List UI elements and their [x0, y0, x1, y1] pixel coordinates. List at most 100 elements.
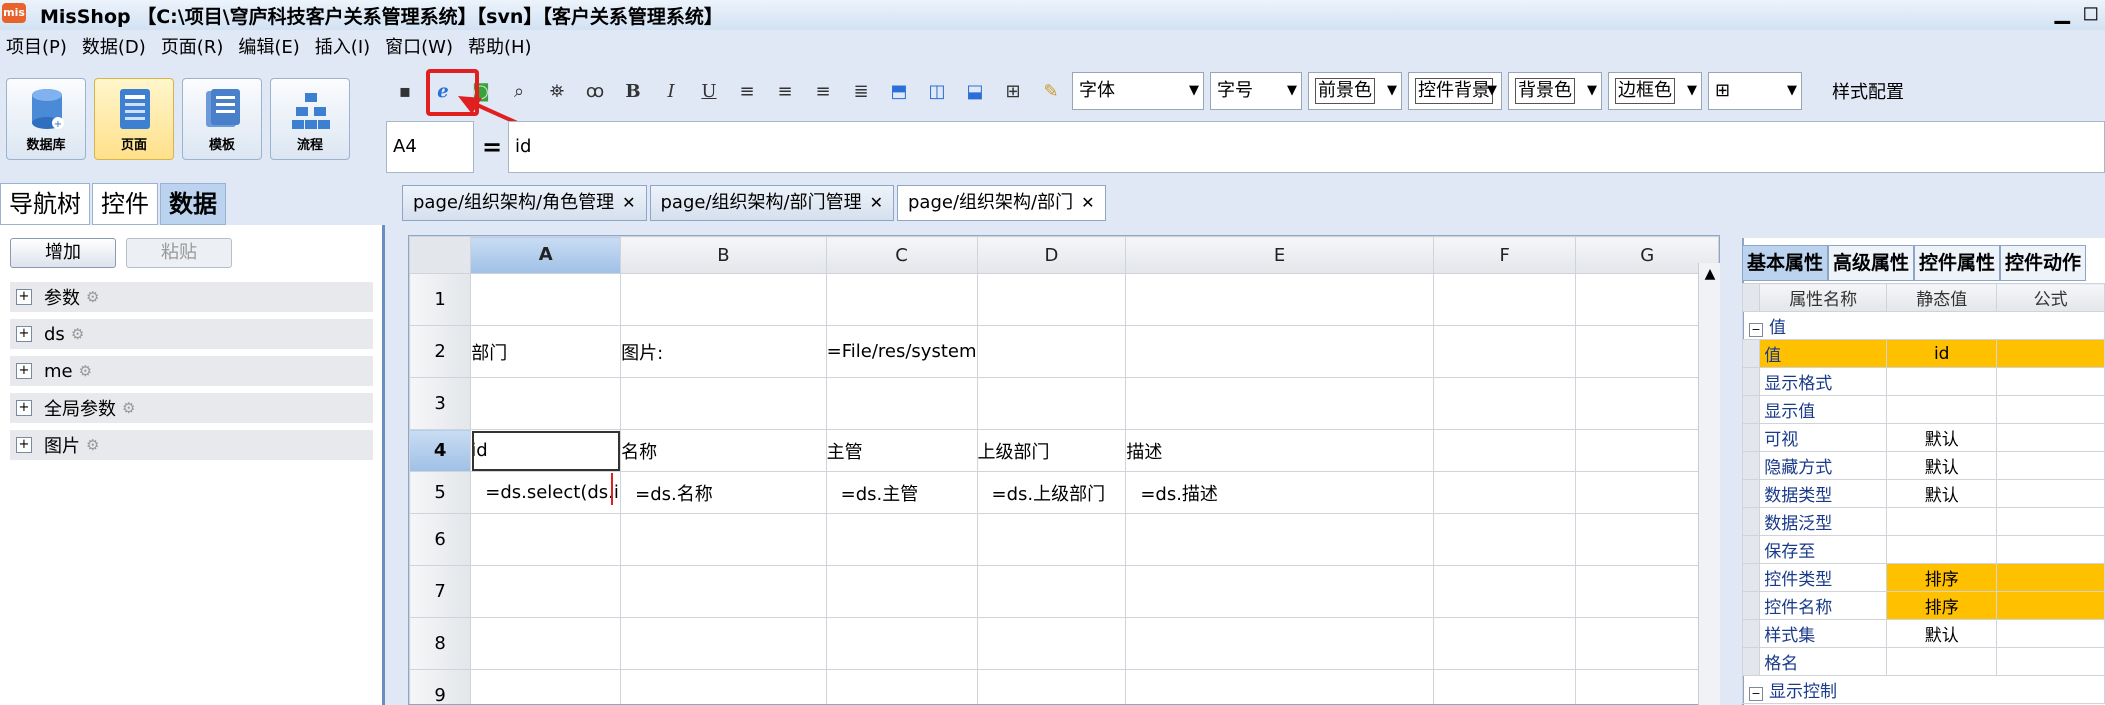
grid-cell[interactable]: [1432, 273, 1577, 326]
grid-cell-selected[interactable]: id: [470, 429, 622, 472]
database-button[interactable]: + 数据库: [6, 78, 86, 160]
prop-value[interactable]: 排序: [1886, 591, 1998, 620]
gear-icon[interactable]: ⚙: [86, 436, 99, 454]
menu-help[interactable]: 帮助(H): [462, 34, 541, 62]
paste-button[interactable]: 粘贴: [126, 238, 232, 268]
grid-cell[interactable]: 上级部门: [976, 429, 1127, 472]
tree-item-images[interactable]: + 图片 ⚙: [10, 430, 373, 460]
grid-cell[interactable]: [976, 325, 1127, 378]
grid-cell[interactable]: =ds.select(ds.i: [470, 471, 622, 514]
prop-formula[interactable]: [1996, 619, 2105, 648]
row-header[interactable]: 6: [409, 513, 472, 566]
grid-cell[interactable]: [1432, 471, 1577, 514]
tree-item-global-params[interactable]: + 全局参数 ⚙: [10, 393, 373, 423]
expand-icon[interactable]: +: [16, 437, 32, 453]
collapse-icon[interactable]: −: [1749, 323, 1763, 337]
grid-cell[interactable]: [976, 377, 1127, 430]
row-header[interactable]: 2: [409, 325, 472, 378]
menu-data[interactable]: 数据(D): [76, 34, 155, 62]
prop-formula[interactable]: [1996, 451, 2105, 480]
gear-icon[interactable]: ⚙: [86, 288, 99, 306]
tab-control-props[interactable]: 控件属性: [1914, 245, 2001, 281]
grid-cell[interactable]: [1432, 565, 1577, 618]
props-group-value[interactable]: − 值: [1742, 311, 2105, 340]
gear-icon[interactable]: ⚙: [122, 399, 135, 417]
menu-edit[interactable]: 编辑(E): [232, 34, 308, 62]
prop-value[interactable]: 默认: [1886, 423, 1998, 452]
prop-value[interactable]: 默认: [1886, 451, 1998, 480]
row-header[interactable]: 5: [409, 471, 472, 514]
grid-cell[interactable]: 主管: [825, 429, 978, 472]
close-icon[interactable]: ✕: [622, 193, 635, 212]
border-style-select[interactable]: ⊞ ▼: [1708, 72, 1802, 110]
grid-cell[interactable]: [1125, 513, 1434, 566]
menu-window[interactable]: 窗口(W): [379, 34, 462, 62]
foreground-color-select[interactable]: 前景色 ▼: [1308, 72, 1402, 110]
prop-formula[interactable]: [1996, 395, 2105, 424]
bold-icon[interactable]: B: [616, 74, 650, 108]
valign-top-icon[interactable]: ⬒: [882, 74, 916, 108]
grid-cell[interactable]: [825, 273, 978, 326]
align-justify-icon[interactable]: ≣: [844, 74, 878, 108]
row-header[interactable]: 9: [409, 669, 472, 704]
grid-cell[interactable]: [620, 565, 827, 618]
prop-value[interactable]: [1886, 647, 1998, 676]
prop-value[interactable]: 默认: [1886, 479, 1998, 508]
grid-cell[interactable]: [620, 669, 827, 704]
col-header[interactable]: A: [470, 236, 622, 274]
prop-value[interactable]: [1886, 367, 1998, 396]
props-group-display[interactable]: − 显示控制: [1742, 675, 2105, 704]
col-header[interactable]: D: [976, 236, 1127, 274]
row-header[interactable]: 3: [409, 377, 472, 430]
menu-project[interactable]: 项目(P): [0, 34, 76, 62]
flow-button[interactable]: 流程: [270, 78, 350, 160]
grid-cell[interactable]: [470, 565, 622, 618]
prop-value[interactable]: 排序: [1886, 563, 1998, 592]
expand-icon[interactable]: +: [16, 400, 32, 416]
expand-icon[interactable]: +: [16, 289, 32, 305]
grid-cell[interactable]: [1432, 429, 1577, 472]
grid-cell[interactable]: [470, 377, 622, 430]
menu-insert[interactable]: 插入(I): [309, 34, 379, 62]
formula-input[interactable]: id: [508, 121, 2105, 173]
grid-cell[interactable]: [825, 565, 978, 618]
vertical-scrollbar[interactable]: ▲: [1698, 263, 1720, 705]
grid-cell[interactable]: [976, 617, 1127, 670]
grid-cell[interactable]: =ds.上级部门: [976, 471, 1127, 514]
close-icon[interactable]: ✕: [1081, 193, 1094, 212]
prop-formula[interactable]: [1996, 479, 2105, 508]
tab-nav-tree[interactable]: 导航树: [0, 183, 90, 225]
grid-cell[interactable]: [976, 565, 1127, 618]
grid-cell[interactable]: [1432, 669, 1577, 704]
grid-cell[interactable]: [1125, 273, 1434, 326]
align-right-icon[interactable]: ≡: [806, 74, 840, 108]
font-select[interactable]: 字体 ▼: [1072, 72, 1204, 110]
border-color-select[interactable]: 边框色 ▼: [1608, 72, 1702, 110]
prop-formula[interactable]: [1996, 507, 2105, 536]
valign-middle-icon[interactable]: ◫: [920, 74, 954, 108]
prop-value[interactable]: 默认: [1886, 619, 1998, 648]
prop-value[interactable]: [1886, 507, 1998, 536]
prop-formula[interactable]: [1996, 367, 2105, 396]
doc-tab-dept-management[interactable]: page/组织架构/部门管理 ✕: [649, 185, 894, 221]
merge-cells-icon[interactable]: ⊞: [996, 74, 1030, 108]
italic-icon[interactable]: I: [654, 74, 688, 108]
grid-cell[interactable]: [620, 377, 827, 430]
align-left-icon[interactable]: ≡: [730, 74, 764, 108]
style-config-button[interactable]: 样式配置: [1832, 78, 1904, 104]
grid-cell[interactable]: [976, 513, 1127, 566]
row-header[interactable]: 4: [409, 429, 472, 472]
grid-cell[interactable]: [470, 669, 622, 704]
doc-tab-role-management[interactable]: page/组织架构/角色管理 ✕: [402, 185, 647, 221]
collapse-icon[interactable]: −: [1749, 687, 1763, 701]
prop-formula[interactable]: [1996, 591, 2105, 620]
template-button[interactable]: 模板: [182, 78, 262, 160]
grid-cell[interactable]: [1125, 617, 1434, 670]
tree-item-me[interactable]: + me ⚙: [10, 356, 373, 386]
grid-cell[interactable]: [976, 669, 1127, 704]
row-header[interactable]: 7: [409, 565, 472, 618]
row-header[interactable]: 8: [409, 617, 472, 670]
row-header[interactable]: 1: [409, 273, 472, 326]
grid-cell[interactable]: [1432, 617, 1577, 670]
page-button[interactable]: 页面: [94, 78, 174, 160]
